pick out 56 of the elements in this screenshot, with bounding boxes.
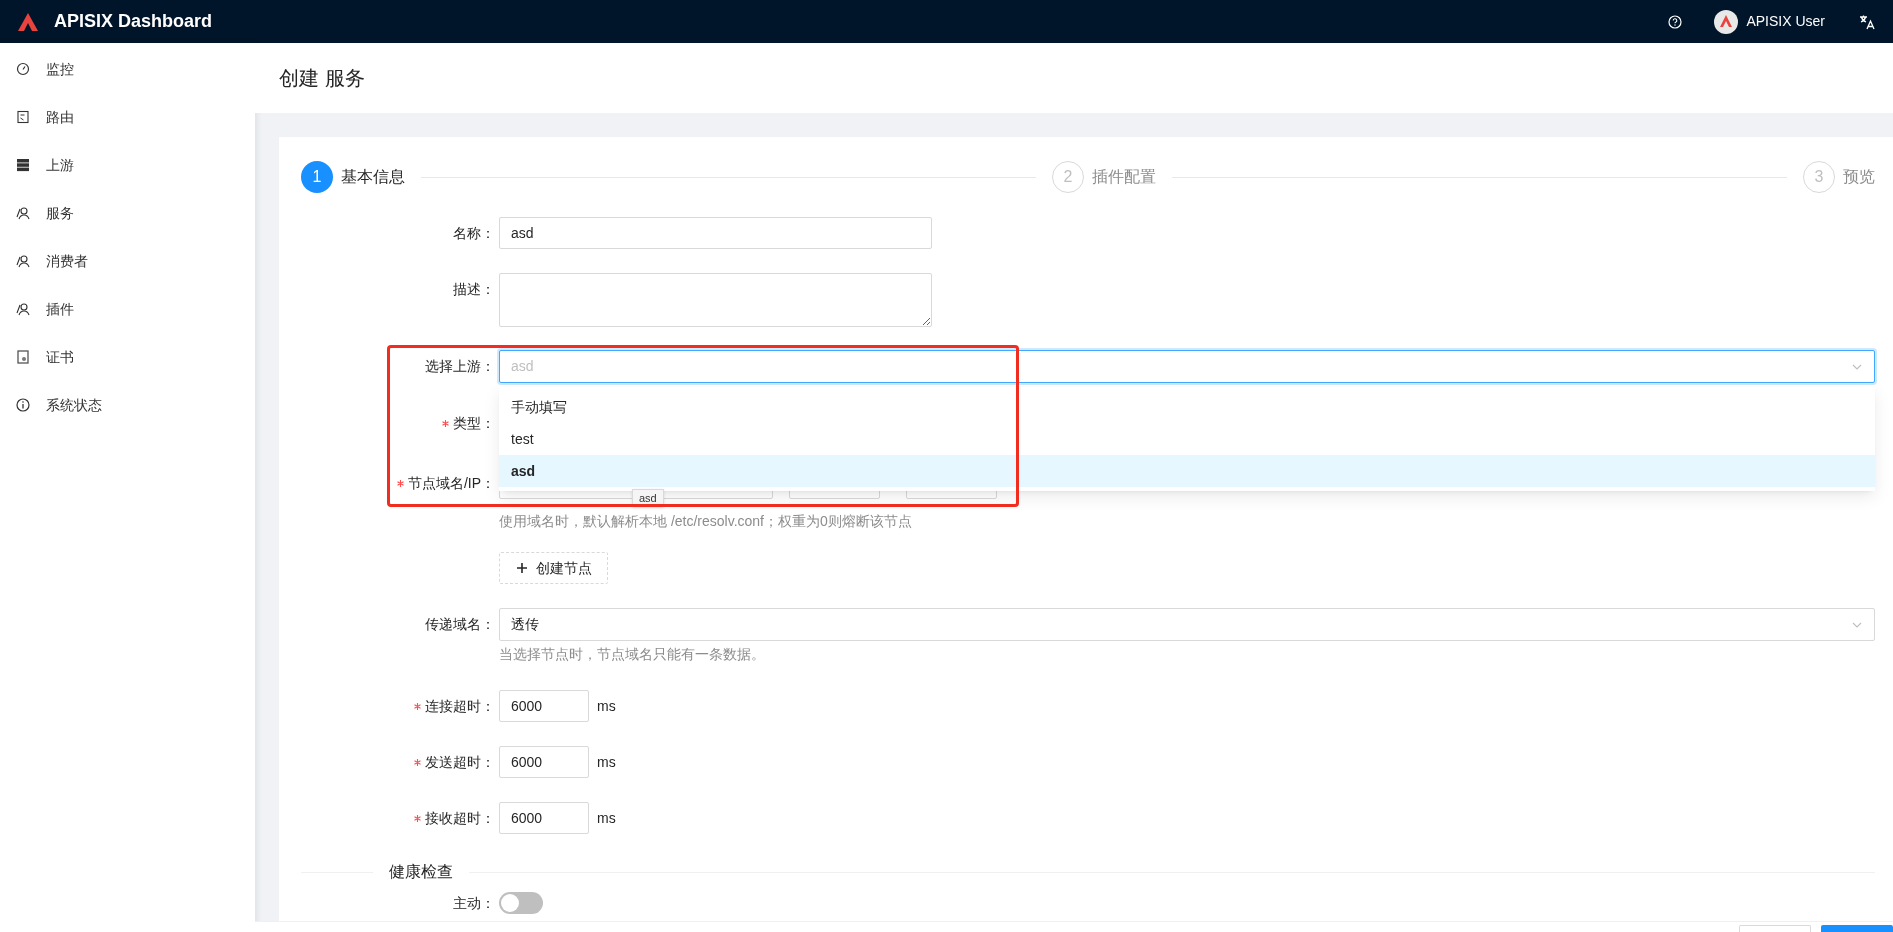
sidebar-item[interactable]: 系统状态 <box>0 381 255 429</box>
info-icon <box>16 398 30 412</box>
user-name[interactable]: APISIX User <box>1746 11 1825 32</box>
field-label: 节点域名/IP： <box>407 473 495 493</box>
helper-text: 当选择节点时，节点域名只能有一条数据。 <box>499 645 766 664</box>
field-label: 主动： <box>453 893 495 913</box>
plus-icon <box>515 562 528 574</box>
unit-label: ms <box>597 808 616 828</box>
gauge-icon <box>16 62 30 76</box>
field-label: 发送超时： <box>425 752 495 772</box>
dropdown-option[interactable]: asd <box>499 455 1875 487</box>
sidebar-item[interactable]: 路由 <box>0 93 255 141</box>
field-label: 选择上游： <box>425 356 495 376</box>
people-icon <box>16 254 30 268</box>
sidebar-item[interactable]: 证书 <box>0 333 255 381</box>
step[interactable]: 3 预览 <box>1803 161 1875 193</box>
sidebar-item[interactable]: 服务 <box>0 189 255 237</box>
app-title: APISIX Dashboard <box>54 10 213 33</box>
step[interactable]: 2 插件配置 <box>1052 161 1156 193</box>
field-label: 类型： <box>453 413 495 433</box>
field-label: 连接超时： <box>425 696 495 716</box>
toggle-switch[interactable] <box>499 892 543 914</box>
field-label: 接收超时： <box>425 808 495 828</box>
sidebar-item[interactable]: 插件 <box>0 285 255 333</box>
logo-icon <box>18 12 38 31</box>
sidebar-item[interactable]: 监控 <box>0 45 255 93</box>
sidebar-item[interactable]: 上游 <box>0 141 255 189</box>
number-input[interactable]: 6000 <box>499 746 589 778</box>
textarea-field[interactable] <box>499 273 932 327</box>
footer-button[interactable] <box>1739 925 1811 932</box>
certificate-icon <box>16 350 30 364</box>
dropdown-option[interactable]: test <box>499 423 1875 455</box>
footer-button[interactable] <box>1821 925 1893 932</box>
text-input[interactable]: asd <box>499 217 932 249</box>
unit-label: ms <box>597 752 616 772</box>
help-icon[interactable] <box>1668 14 1683 29</box>
field-label: 名称： <box>453 223 495 243</box>
translate-icon[interactable] <box>1859 13 1875 30</box>
section-title: 健康检查 <box>388 862 454 882</box>
unit-label: ms <box>597 696 616 716</box>
people-icon <box>16 302 30 316</box>
page-title: 创建 服务 <box>279 66 365 91</box>
step[interactable]: 1 基本信息 <box>301 161 405 193</box>
number-input[interactable]: 6000 <box>499 690 589 722</box>
create-node-button[interactable]: 创建节点 <box>499 552 608 584</box>
dropdown-option[interactable]: 手动填写 <box>499 391 1875 423</box>
helper-text: 使用域名时，默认解析本地 /etc/resolv.conf；权重为0则熔断该节点 <box>499 512 913 531</box>
avatar-icon[interactable] <box>1714 9 1739 34</box>
document-icon <box>16 110 30 124</box>
field-label: 描述： <box>453 279 495 299</box>
server-icon <box>16 158 30 172</box>
field-label: 传递域名： <box>425 614 495 634</box>
people-icon <box>16 206 30 220</box>
select-field[interactable]: 透传 <box>499 608 1875 641</box>
number-input[interactable]: 6000 <box>499 802 589 834</box>
sidebar-item[interactable]: 消费者 <box>0 237 255 285</box>
